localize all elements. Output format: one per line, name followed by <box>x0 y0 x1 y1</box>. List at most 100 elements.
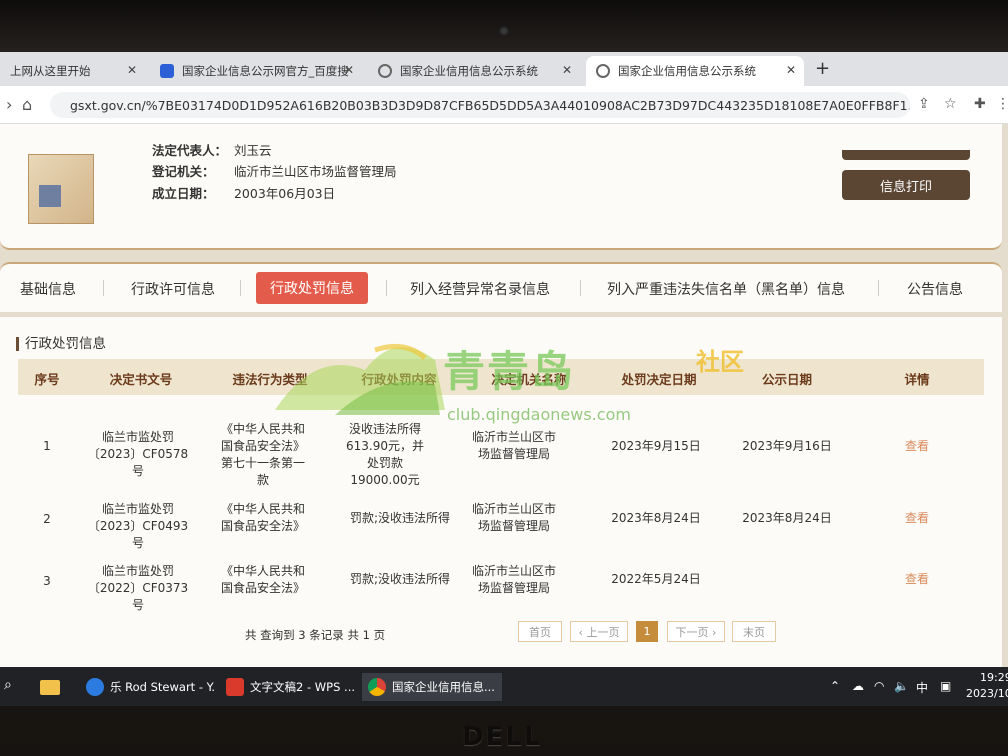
star-icon[interactable]: ☆ <box>944 96 957 112</box>
decision-doc-number: 临兰市监处罚〔2022〕CF0373号 <box>87 564 189 612</box>
close-icon[interactable]: ✕ <box>344 63 354 77</box>
globe-icon <box>378 64 392 78</box>
taskbar-app-chrome[interactable]: 国家企业信用信息... <box>362 673 502 701</box>
info-key: 登记机关： <box>152 164 215 179</box>
new-tab-button[interactable]: + <box>815 58 830 79</box>
registration-authority-row: 登记机关： 临沂市兰山区市场监督管理局 <box>152 161 397 180</box>
tab-abnormal-operations[interactable]: 列入经营异常名录信息 <box>410 279 550 299</box>
prev-page-button[interactable]: ‹ 上一页 <box>570 621 628 642</box>
tab-title: 上网从这里开始 <box>10 64 91 78</box>
watermark-suffix: 社区 <box>696 348 744 376</box>
close-icon[interactable]: ✕ <box>786 63 796 77</box>
row-number: 1 <box>43 439 51 453</box>
last-page-button[interactable]: 末页 <box>732 621 776 642</box>
menu-icon[interactable]: ⋮ <box>996 96 1008 112</box>
decision-date: 2023年8月24日 <box>611 511 701 525</box>
close-icon[interactable]: ✕ <box>562 63 572 77</box>
tab-basic-info[interactable]: 基础信息 <box>20 279 76 299</box>
company-info-card: 法定代表人： 刘玉云 登记机关： 临沂市兰山区市场监督管理局 成立日期： 200… <box>0 124 1002 250</box>
first-page-button[interactable]: 首页 <box>518 621 562 642</box>
info-key: 法定代表人： <box>152 143 228 158</box>
browser-tab[interactable]: 上网从这里开始 ✕ <box>0 56 145 86</box>
browser-tab[interactable]: 国家企业信用信息公示系统 ✕ <box>368 56 580 86</box>
clock[interactable]: 19:29 2023/10 <box>966 670 1008 702</box>
taskbar-app-label: 国家企业信用信息... <box>392 680 495 694</box>
row-number: 3 <box>43 574 51 588</box>
view-detail-link[interactable]: 查看 <box>868 438 966 455</box>
penalty-content: 罚款;没收违法所得 <box>349 511 451 525</box>
taskbar-app-kugou[interactable]: 乐 Rod Stewart - Y... <box>80 673 214 701</box>
decision-date: 2023年9月15日 <box>611 439 701 453</box>
column-header: 序号 <box>34 372 60 387</box>
violation-type: 《中华人民共和国食品安全法》 <box>220 564 305 595</box>
view-detail-link[interactable]: 查看 <box>868 571 966 588</box>
taskbar-app-label: 文字文稿2 - WPS ... <box>250 680 354 694</box>
address-bar-row: › ⌂ gsxt.gov.cn/%7BE03174D0D1D952A616B20… <box>0 86 1008 124</box>
file-explorer-icon[interactable] <box>34 673 68 701</box>
browser-tab-active[interactable]: 国家企业信用信息公示系统 ✕ <box>586 56 804 86</box>
info-tabs: 基础信息 行政许可信息 行政处罚信息 列入经营异常名录信息 列入严重违法失信名单… <box>0 262 1002 312</box>
volume-icon[interactable]: 🔈 <box>894 679 909 693</box>
dell-logo: DELL <box>462 722 543 752</box>
baidu-icon <box>160 64 174 78</box>
section-title: 行政处罚信息 <box>16 337 106 351</box>
wifi-icon[interactable]: ◠ <box>874 679 884 693</box>
penalty-content: 罚款;没收违法所得 <box>349 572 451 586</box>
watermark-brand: 青青岛 <box>443 347 576 396</box>
browser-tab-bar: 上网从这里开始 ✕ 国家企业信息公示网官方_百度搜 ✕ 国家企业信用信息公示系统… <box>0 52 1008 86</box>
search-icon[interactable]: ⌕ <box>4 677 12 693</box>
view-detail-link[interactable]: 查看 <box>868 510 966 527</box>
photo-of-laptop-screen: 上网从这里开始 ✕ 国家企业信息公示网官方_百度搜 ✕ 国家企业信用信息公示系统… <box>0 0 1008 756</box>
publish-date: 2023年9月16日 <box>742 439 832 453</box>
page-number-button[interactable]: 1 <box>636 621 658 642</box>
ime-icon[interactable]: 中 <box>916 679 928 696</box>
tab-administrative-license[interactable]: 行政许可信息 <box>131 279 215 299</box>
windows-taskbar: ⌕ 乐 Rod Stewart - Y... 文字文稿2 - WPS ... 国… <box>0 667 1008 706</box>
violation-type: 《中华人民共和国食品安全法》 <box>220 502 305 533</box>
extensions-icon[interactable]: ✚ <box>974 96 986 112</box>
forward-icon[interactable]: › <box>6 95 12 114</box>
violation-type: 《中华人民共和国食品安全法》第七十一条第一款 <box>220 422 305 487</box>
penalty-content: 没收违法所得613.90元，并处罚款19000.00元 <box>346 422 424 487</box>
divider <box>386 280 387 296</box>
url-text: gsxt.gov.cn/%7BE03174D0D1D952A616B20B03B… <box>70 97 910 113</box>
divider <box>103 280 104 296</box>
watermark-url: club.qingdaonews.com <box>447 405 631 424</box>
globe-icon <box>596 64 610 78</box>
browser-tab[interactable]: 国家企业信息公示网官方_百度搜 ✕ <box>150 56 362 86</box>
chrome-icon <box>368 678 386 696</box>
tab-title: 国家企业信用信息公示系统 <box>618 64 756 78</box>
webcam <box>499 26 509 36</box>
info-value: 临沂市兰山区市场监督管理局 <box>233 164 397 179</box>
kugou-icon <box>86 678 104 696</box>
tab-administrative-penalty[interactable]: 行政处罚信息 <box>256 272 368 304</box>
notification-icon[interactable]: ▣ <box>940 679 951 693</box>
tab-title: 国家企业信息公示网官方_百度搜 <box>182 64 349 78</box>
tab-announcements[interactable]: 公告信息 <box>907 279 963 299</box>
decision-doc-number: 临兰市监处罚〔2023〕CF0578号 <box>87 430 189 478</box>
url-field[interactable]: gsxt.gov.cn/%7BE03174D0D1D952A616B20B03B… <box>50 92 910 118</box>
established-date-row: 成立日期： 2003年06月03日 <box>152 183 335 202</box>
info-value: 刘玉云 <box>233 143 272 158</box>
authority-name: 临沂市兰山区市场监督管理局 <box>472 430 557 461</box>
row-number: 2 <box>43 512 51 526</box>
column-header: 决定书文号 <box>109 372 173 387</box>
column-header: 详情 <box>904 372 930 387</box>
print-info-button[interactable]: 信息打印 <box>842 170 970 200</box>
chevron-up-icon[interactable]: ⌃ <box>830 679 840 693</box>
tab-title: 国家企业信用信息公示系统 <box>400 64 538 78</box>
next-page-button[interactable]: 下一页 › <box>667 621 725 642</box>
legal-representative-row: 法定代表人： 刘玉云 <box>152 140 272 159</box>
authority-name: 临沂市兰山区市场监督管理局 <box>472 502 557 533</box>
info-value: 2003年06月03日 <box>233 186 336 201</box>
home-icon[interactable]: ⌂ <box>22 95 32 114</box>
tab-blacklist[interactable]: 列入严重违法失信名单（黑名单）信息 <box>607 279 845 299</box>
cloud-icon[interactable]: ☁ <box>852 679 864 693</box>
business-license-thumbnail[interactable] <box>28 154 94 224</box>
divider <box>580 280 581 296</box>
share-icon[interactable]: ⇪ <box>918 96 930 112</box>
close-icon[interactable]: ✕ <box>127 63 137 77</box>
taskbar-app-wps[interactable]: 文字文稿2 - WPS ... <box>220 673 354 701</box>
wps-icon <box>226 678 244 696</box>
action-button[interactable] <box>842 150 970 160</box>
